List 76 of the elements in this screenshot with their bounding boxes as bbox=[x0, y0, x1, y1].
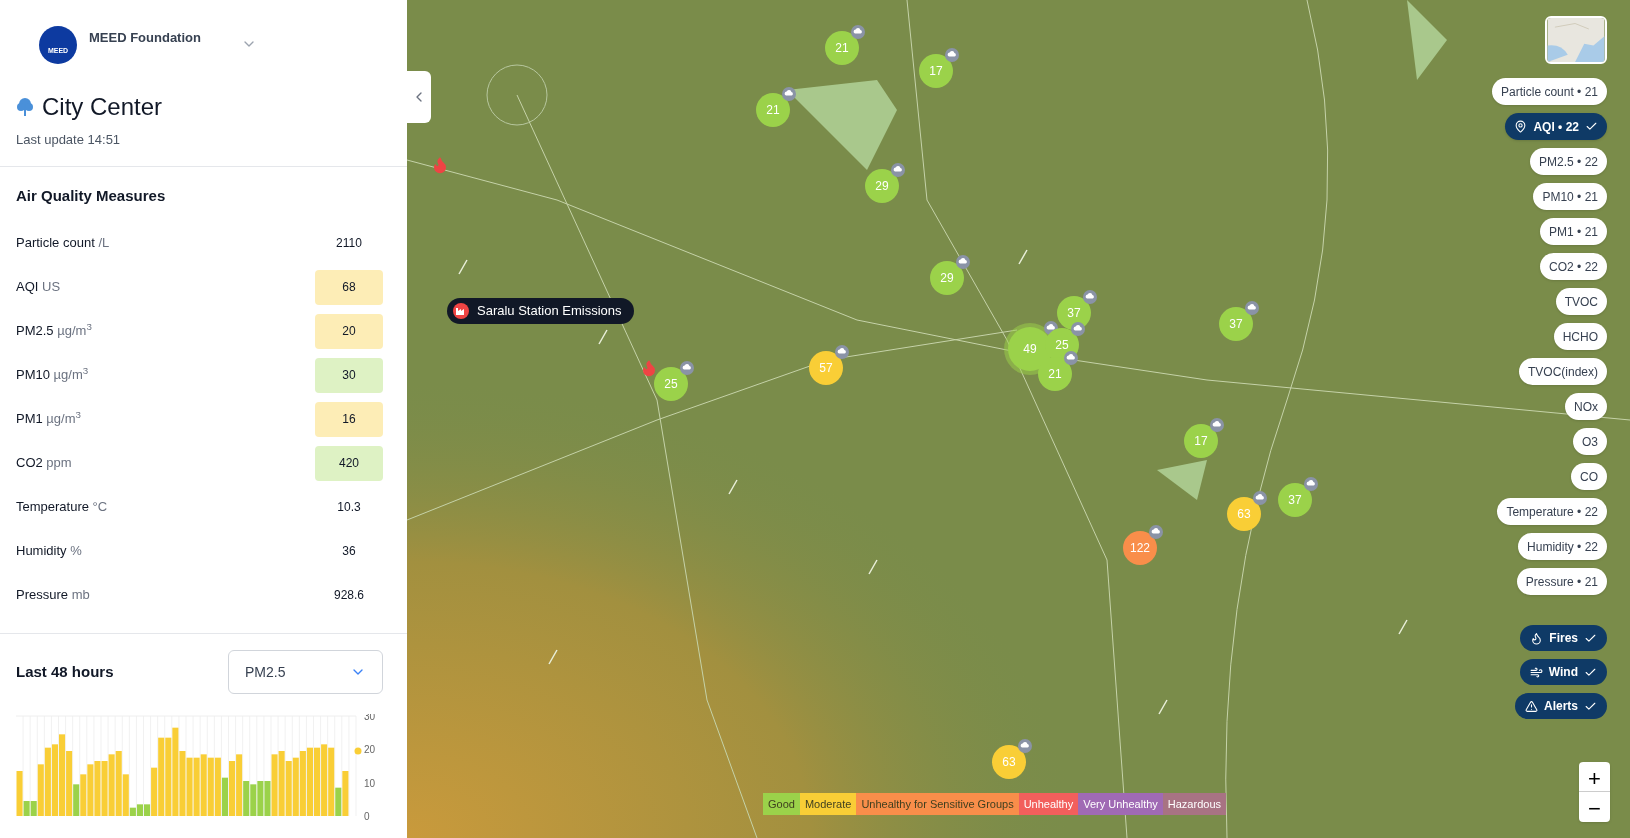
axis-tick-label: 0 bbox=[364, 811, 370, 822]
site-title: City Center bbox=[42, 92, 163, 122]
zoom-out-button[interactable]: − bbox=[1579, 792, 1610, 822]
layer-chip[interactable]: PM10 • 21 bbox=[1533, 183, 1607, 210]
measure-value: 2110 bbox=[335, 235, 363, 252]
measure-label: Pressure mb bbox=[16, 586, 90, 605]
zoom-in-button[interactable]: + bbox=[1579, 762, 1610, 792]
legend-item: Unhealthy for Sensitive Groups bbox=[856, 793, 1019, 815]
cloud-badge-icon bbox=[1064, 351, 1078, 365]
layer-chip[interactable]: Humidity • 22 bbox=[1518, 533, 1607, 560]
cloud-badge-icon bbox=[680, 361, 694, 375]
legend-dot-icon bbox=[354, 747, 362, 755]
measure-value: 16 bbox=[315, 401, 383, 437]
cloud-badge-icon bbox=[1245, 301, 1259, 315]
measure-label: AQI US bbox=[16, 278, 61, 297]
layer-chip[interactable]: PM2.5 • 22 bbox=[1530, 148, 1607, 175]
legend-item: Hazardous bbox=[1162, 793, 1226, 815]
overlay-toggle[interactable]: Wind bbox=[1519, 659, 1607, 685]
layer-chip[interactable]: Temperature • 22 bbox=[1497, 498, 1607, 525]
measure-value: 10.3 bbox=[336, 499, 362, 516]
measure-label: Temperature °C bbox=[16, 498, 108, 517]
measure-label: PM2.5 µg/m$^{3}$ bbox=[16, 321, 92, 341]
cloud-badge-icon bbox=[1210, 418, 1224, 432]
measure-label: Humidity % bbox=[16, 542, 82, 561]
layer-chip[interactable]: TVOC(index) bbox=[1519, 358, 1607, 385]
cloud-badge-icon bbox=[835, 345, 849, 359]
cloud-badge-icon bbox=[1253, 491, 1267, 505]
wind-icon bbox=[1529, 665, 1543, 679]
warning-icon bbox=[1525, 699, 1538, 713]
overlay-toggle[interactable]: Alerts bbox=[1515, 693, 1607, 719]
check-icon bbox=[1585, 120, 1598, 133]
organization-name: MEED Foundation bbox=[89, 29, 201, 47]
layer-chip[interactable]: Particle count • 21 bbox=[1492, 78, 1607, 105]
measure-value: 30 bbox=[315, 357, 383, 393]
metric-select[interactable]: PM2.5 bbox=[228, 650, 383, 694]
axis-tick-label: 20 bbox=[364, 744, 376, 756]
cloud-badge-icon bbox=[945, 48, 959, 62]
cloud-badge-icon bbox=[851, 25, 865, 39]
flame-icon bbox=[1530, 631, 1544, 645]
cloud-badge-icon bbox=[1149, 525, 1163, 539]
cloud-badge-icon bbox=[956, 255, 970, 269]
layer-chip[interactable]: AQI • 22 bbox=[1505, 113, 1607, 140]
cloud-badge-icon bbox=[1083, 290, 1097, 304]
fire-icon[interactable] bbox=[431, 155, 449, 175]
cloud-badge-icon bbox=[782, 87, 796, 101]
tree-icon bbox=[16, 96, 34, 118]
map-popup: Saralu Station Emissions bbox=[447, 298, 634, 324]
measure-label: Particle count /L bbox=[16, 234, 110, 253]
axis-tick-label: 10 bbox=[364, 777, 376, 789]
measure-label: CO2 ppm bbox=[16, 454, 72, 473]
cloud-badge-icon bbox=[1018, 739, 1032, 753]
pin-icon bbox=[1514, 120, 1528, 133]
last-update: Last update 14:51 bbox=[16, 131, 122, 149]
cloud-badge-icon bbox=[891, 163, 905, 177]
measure-value: 20 bbox=[315, 313, 383, 349]
layer-chip[interactable]: PM1 • 21 bbox=[1540, 218, 1607, 245]
legend-item: Good bbox=[763, 793, 800, 815]
legend-item: Very Unhealthy bbox=[1078, 793, 1163, 815]
overlay-toggle[interactable]: Fires bbox=[1520, 625, 1607, 651]
cloud-badge-icon bbox=[1071, 322, 1085, 336]
legend-item: Moderate bbox=[799, 793, 857, 815]
section-title: Air Quality Measures bbox=[16, 185, 167, 206]
factory-icon bbox=[453, 303, 469, 319]
legend-item: Unhealthy bbox=[1018, 793, 1079, 815]
measure-label: PM1 µg/m$^{3}$ bbox=[16, 409, 81, 429]
measure-value: 36 bbox=[341, 543, 357, 560]
layer-chip[interactable]: Pressure • 21 bbox=[1516, 568, 1607, 595]
measure-value: 420 bbox=[315, 445, 383, 481]
measure-label: PM10 µg/m$^{3}$ bbox=[16, 365, 89, 385]
fire-icon[interactable] bbox=[640, 358, 658, 378]
cloud-badge-icon bbox=[1304, 477, 1318, 491]
layer-chip[interactable]: CO2 • 22 bbox=[1540, 253, 1607, 280]
measure-value: 928.6 bbox=[333, 587, 365, 604]
measure-value: 68 bbox=[315, 269, 383, 305]
section-title: Last 48 hours bbox=[16, 661, 114, 682]
collapse-button[interactable] bbox=[407, 71, 431, 123]
